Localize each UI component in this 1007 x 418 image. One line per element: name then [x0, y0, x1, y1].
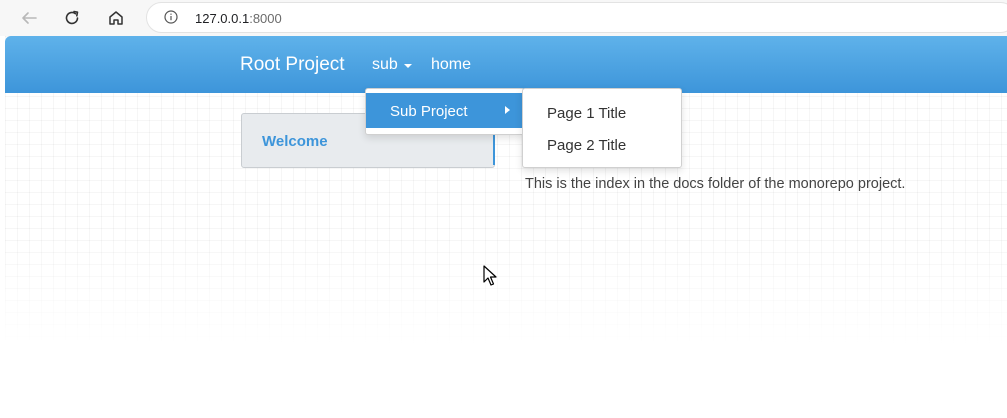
- sub-project-submenu: Page 1 Title Page 2 Title: [522, 88, 682, 168]
- browser-toolbar: 127.0.0.1:8000: [0, 0, 1007, 36]
- url-port: :8000: [249, 11, 282, 26]
- url-host: 127.0.0.1: [195, 11, 250, 26]
- dropdown-item-sub-project[interactable]: Sub Project: [366, 93, 524, 128]
- address-bar[interactable]: 127.0.0.1:8000: [146, 2, 1007, 33]
- url-text: 127.0.0.1:8000: [195, 11, 282, 26]
- submenu-item-page-1[interactable]: Page 1 Title: [547, 105, 626, 122]
- nav-sub-dropdown-toggle[interactable]: sub: [372, 56, 412, 74]
- nav-sub-label: sub: [372, 56, 398, 73]
- info-icon[interactable]: [164, 10, 178, 24]
- dropdown-item-label: Sub Project: [390, 103, 468, 120]
- brand-link[interactable]: Root Project: [240, 54, 345, 76]
- nav-home-link[interactable]: home: [431, 56, 471, 74]
- caret-down-icon: [403, 64, 412, 68]
- page-content: Root Project sub home Welcome e This is …: [5, 36, 1007, 418]
- back-arrow-icon[interactable]: [16, 5, 42, 31]
- sub-dropdown-menu: Sub Project: [365, 88, 525, 135]
- sidebar-item-welcome[interactable]: Welcome: [262, 133, 328, 150]
- caret-right-icon: [505, 106, 510, 114]
- submenu-item-page-2[interactable]: Page 2 Title: [547, 137, 626, 154]
- home-icon[interactable]: [103, 5, 129, 31]
- reload-icon[interactable]: [59, 5, 85, 31]
- mouse-cursor-icon: [483, 265, 497, 287]
- navbar: Root Project sub home: [5, 36, 1007, 93]
- page-body-text: This is the index in the docs folder of …: [525, 176, 906, 192]
